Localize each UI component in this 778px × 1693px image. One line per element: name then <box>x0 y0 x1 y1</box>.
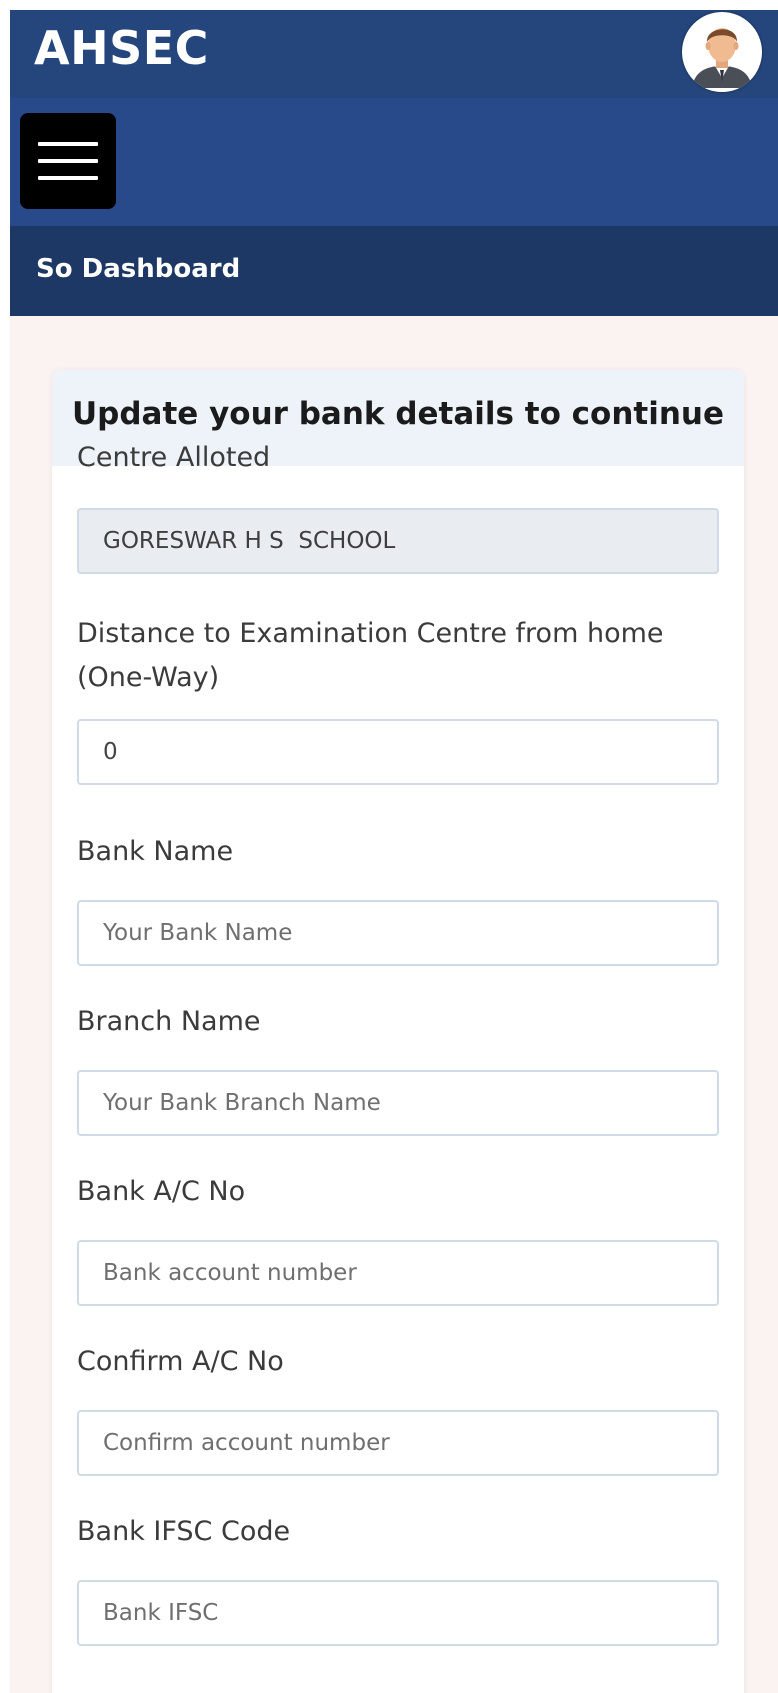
user-avatar-icon[interactable] <box>682 12 762 92</box>
dashboard-title[interactable]: So Dashboard <box>36 254 240 284</box>
dashboard-bar: So Dashboard <box>10 226 778 316</box>
brand-logo-text[interactable]: AHSEC <box>34 20 209 76</box>
menu-line-middle <box>38 159 98 163</box>
branch-name-input[interactable] <box>77 1070 719 1136</box>
confirm-account-number-input[interactable] <box>77 1410 719 1476</box>
centre-alloted-field <box>77 508 719 574</box>
distance-label: Distance to Examination Centre from home… <box>77 618 664 693</box>
ifsc-code-label: Bank IFSC Code <box>77 1516 291 1547</box>
hamburger-menu-button[interactable] <box>20 113 116 209</box>
card-title: Update your bank details to continue <box>71 396 725 432</box>
bank-name-input[interactable] <box>77 900 719 966</box>
confirm-account-number-label: Confirm A/C No <box>77 1346 284 1377</box>
account-number-label: Bank A/C No <box>77 1176 246 1207</box>
menu-line-top <box>38 142 98 146</box>
bank-name-label: Bank Name <box>77 836 234 867</box>
avatar-illustration <box>685 15 759 89</box>
branch-name-label: Branch Name <box>77 1006 261 1037</box>
app-frame: AHSEC So Dashboard Update your bank deta… <box>10 10 778 1693</box>
distance-input[interactable] <box>77 719 719 785</box>
ifsc-code-input[interactable] <box>77 1580 719 1646</box>
centre-alloted-label: Centre Alloted <box>77 442 271 473</box>
bank-details-card: Update your bank details to continue Cen… <box>52 370 744 1693</box>
navigation-bar <box>10 98 778 226</box>
account-number-input[interactable] <box>77 1240 719 1306</box>
menu-line-bottom <box>38 176 98 180</box>
top-header-bar: AHSEC <box>10 10 778 98</box>
